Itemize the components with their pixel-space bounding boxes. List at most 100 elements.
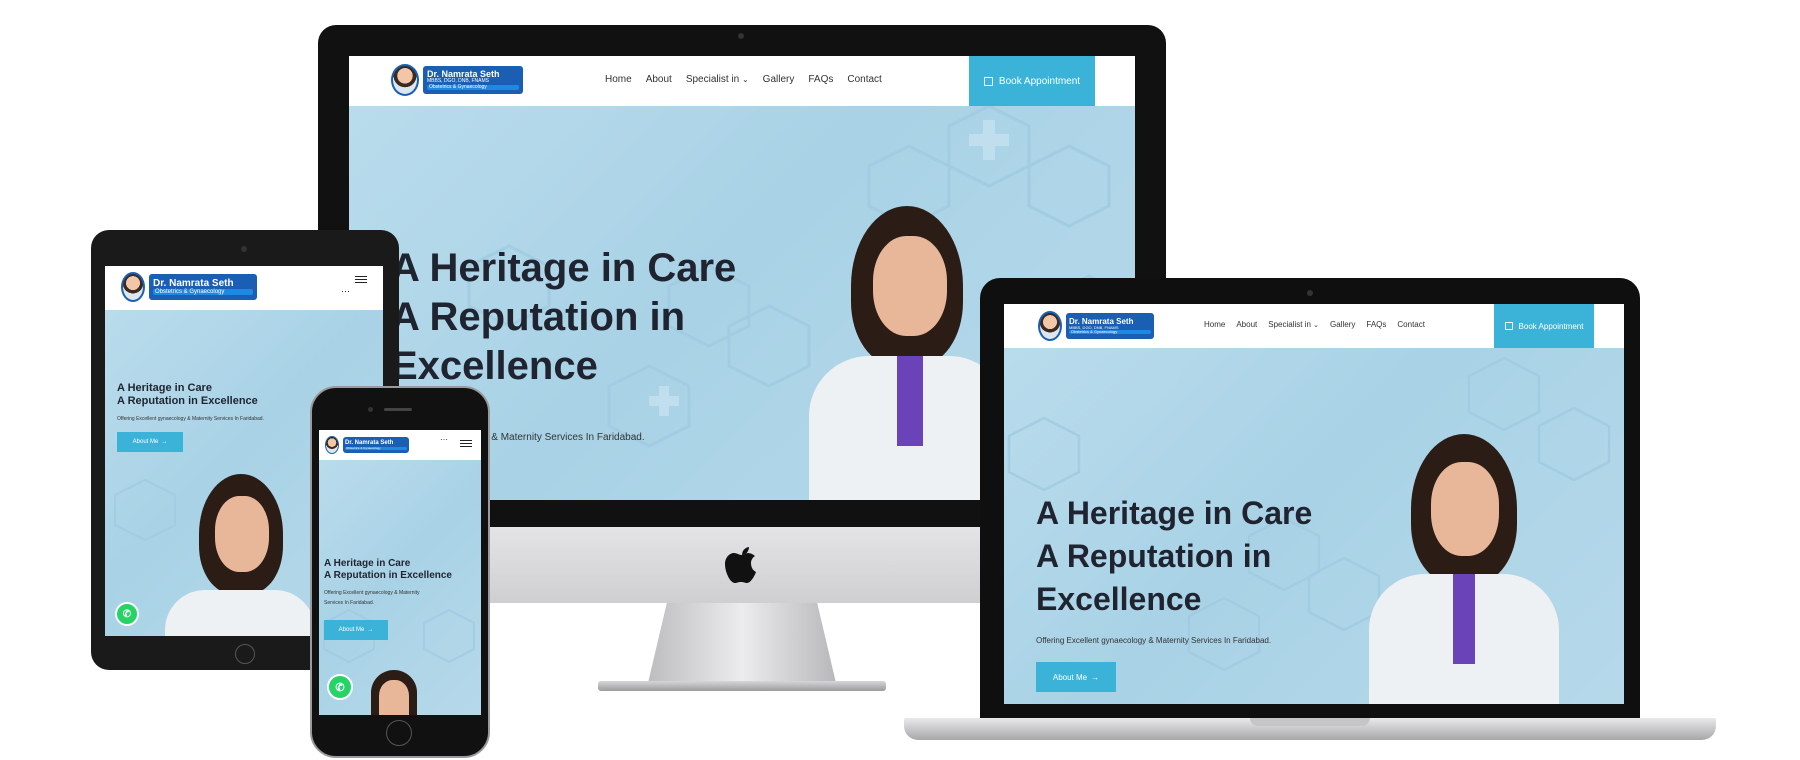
- tablet-hero-heading: A Heritage in Care A Reputation in Excel…: [117, 382, 258, 408]
- tablet-more-dots[interactable]: ···: [341, 286, 350, 296]
- laptop-device: Dr. Namrata Seth MBBS, DGO, DNB, FNAMS O…: [900, 278, 1720, 748]
- phone-about-label: About Me: [338, 627, 365, 633]
- logo-portrait: [391, 64, 419, 96]
- laptop-hero-heading: A Heritage in Care A Reputation in Excel…: [1036, 492, 1312, 621]
- nav-specialist[interactable]: Specialist in ⌄: [686, 74, 749, 85]
- tablet-hero-line-2: A Reputation in Excellence: [117, 395, 258, 407]
- laptop-nav-specialist[interactable]: Specialist in ⌄: [1268, 320, 1319, 329]
- phone-doctor-photo: [359, 670, 429, 715]
- phone-logo-specialty: Obstetrics & Gynaecology: [345, 446, 407, 450]
- laptop-notch: [1250, 718, 1370, 726]
- tablet-logo-badge: Dr. Namrata Seth Obstetrics & Gynaecolog…: [149, 274, 257, 300]
- apple-logo-icon: [723, 543, 761, 585]
- laptop-about-me-button[interactable]: About Me →: [1036, 662, 1116, 692]
- tablet-doctor-coat: [165, 590, 315, 636]
- site-header: Dr. Namrata Seth MBBS, DGO, DNB, FNAMS O…: [349, 56, 1135, 106]
- phone-screen: Dr. Namrata Seth Obstetrics & Gynaecolog…: [319, 430, 481, 715]
- laptop-hero-line-2: A Reputation in: [1036, 538, 1272, 574]
- tablet-camera: [241, 246, 247, 252]
- laptop-about-label: About Me: [1052, 672, 1088, 682]
- tablet-logo-name: Dr. Namrata Seth: [153, 277, 234, 289]
- tablet-logo-portrait: [121, 272, 145, 302]
- laptop-nav-faqs[interactable]: FAQs: [1366, 320, 1386, 329]
- laptop-nav: Home About Specialist in ⌄ Gallery FAQs …: [1204, 320, 1425, 329]
- phone-logo[interactable]: Dr. Namrata Seth Obstetrics & Gynaecolog…: [325, 436, 409, 454]
- laptop-logo-portrait: [1038, 311, 1062, 341]
- nav-specialist-label: Specialist in: [685, 74, 740, 85]
- laptop-header: Dr. Namrata Seth MBBS, DGO, DNB, FNAMS O…: [1004, 304, 1624, 348]
- phone-device: Dr. Namrata Seth Obstetrics & Gynaecolog…: [310, 386, 490, 758]
- laptop-nav-specialist-label: Specialist in: [1268, 320, 1311, 329]
- hero-line-1: A Heritage in Care: [391, 246, 737, 290]
- laptop-screen: Dr. Namrata Seth MBBS, DGO, DNB, FNAMS O…: [1004, 304, 1624, 704]
- site-logo[interactable]: Dr. Namrata Seth MBBS, DGO, DNB, FNAMS O…: [391, 64, 523, 96]
- phone-hero-heading: A Heritage in Care A Reputation in Excel…: [324, 558, 452, 582]
- tablet-logo[interactable]: Dr. Namrata Seth Obstetrics & Gynaecolog…: [121, 272, 257, 302]
- laptop-hero-line-3: Excellence: [1036, 581, 1202, 617]
- laptop-nav-contact[interactable]: Contact: [1397, 320, 1425, 329]
- laptop-camera: [1307, 290, 1313, 296]
- tablet-logo-specialty: Obstetrics & Gynaecology: [153, 289, 253, 296]
- phone-speaker: [384, 408, 412, 411]
- phone-hero-subtitle-line-1: Offering Excellent gynaecology & Materni…: [324, 590, 420, 596]
- arrow-right-icon: →: [161, 439, 168, 445]
- phone-hero-line-2: A Reputation in Excellence: [324, 570, 452, 581]
- monitor-camera: [738, 33, 744, 39]
- chevron-down-icon: ⌄: [741, 75, 749, 84]
- nav-home[interactable]: Home: [605, 74, 632, 85]
- laptop-arrow-right-icon: →: [1091, 672, 1100, 682]
- book-appointment-button[interactable]: Book Appointment: [969, 56, 1095, 106]
- laptop-logo[interactable]: Dr. Namrata Seth MBBS, DGO, DNB, FNAMS O…: [1038, 311, 1154, 341]
- phone-logo-badge: Dr. Namrata Seth Obstetrics & Gynaecolog…: [343, 437, 409, 453]
- phone-hero: A Heritage in Care A Reputation in Excel…: [319, 460, 481, 715]
- calendar-icon: [983, 76, 993, 86]
- hamburger-menu-icon[interactable]: [355, 274, 367, 285]
- laptop-doctor-top: [1453, 574, 1475, 664]
- nav-contact[interactable]: Contact: [847, 74, 881, 85]
- laptop-doctor-photo: [1369, 434, 1559, 704]
- main-nav: Home About Specialist in ⌄ Gallery FAQs …: [605, 74, 882, 85]
- phone-hero-subtitle: Offering Excellent gynaecology & Materni…: [324, 588, 420, 608]
- hero-line-3: Excellence: [391, 344, 598, 388]
- phone-camera: [368, 407, 373, 412]
- book-appointment-label: Book Appointment: [998, 75, 1081, 87]
- laptop-calendar-icon: [1504, 322, 1513, 330]
- tablet-doctor-photo: [165, 474, 315, 636]
- phone-doctor-face: [379, 680, 409, 715]
- laptop-nav-gallery[interactable]: Gallery: [1330, 320, 1355, 329]
- phone-hero-line-1: A Heritage in Care: [324, 558, 411, 569]
- phone-about-me-button[interactable]: About Me →: [324, 620, 388, 640]
- laptop-book-appointment-button[interactable]: Book Appointment: [1494, 304, 1594, 348]
- tablet-about-me-button[interactable]: About Me →: [117, 432, 183, 452]
- laptop-logo-specialty: Obstetrics & Gynaecology: [1069, 329, 1151, 335]
- whatsapp-icon[interactable]: ✆: [115, 602, 139, 626]
- laptop-hero: A Heritage in Care A Reputation in Excel…: [1004, 348, 1624, 704]
- phone-home-button: [386, 720, 412, 746]
- phone-whatsapp-icon[interactable]: ✆: [327, 674, 353, 700]
- tablet-doctor-face: [215, 496, 269, 572]
- tablet-hero-subtitle: Offering Excellent gynaecology & Materni…: [117, 416, 264, 422]
- nav-gallery[interactable]: Gallery: [763, 74, 795, 85]
- tablet-about-label: About Me: [132, 439, 159, 445]
- laptop-hero-subtitle: Offering Excellent gynaecology & Materni…: [1036, 636, 1272, 645]
- laptop-chevron-down-icon: ⌄: [1313, 322, 1320, 329]
- logo-badge: Dr. Namrata Seth MBBS, DGO, DNB, FNAMS O…: [423, 66, 523, 94]
- hero-heading: A Heritage in Care A Reputation in Excel…: [391, 244, 736, 391]
- monitor-stand: [648, 603, 836, 683]
- phone-logo-portrait: [325, 436, 339, 454]
- laptop-nav-home[interactable]: Home: [1204, 320, 1225, 329]
- logo-specialty: Obstetrics & Gynaecology: [427, 84, 519, 90]
- nav-faqs[interactable]: FAQs: [808, 74, 833, 85]
- phone-hamburger-menu-icon[interactable]: [460, 438, 472, 449]
- tablet-hero-line-1: A Heritage in Care: [117, 382, 212, 394]
- phone-hero-subtitle-line-2: Services In Faridabad.: [324, 600, 375, 606]
- laptop-doctor-face: [1431, 462, 1499, 556]
- laptop-nav-about[interactable]: About: [1236, 320, 1257, 329]
- nav-about[interactable]: About: [646, 74, 672, 85]
- hero-line-2: A Reputation in: [391, 295, 686, 339]
- tablet-home-button: [235, 644, 255, 664]
- phone-more-dots[interactable]: ···: [440, 435, 448, 444]
- phone-arrow-right-icon: →: [367, 627, 374, 633]
- laptop-hero-line-1: A Heritage in Care: [1036, 495, 1313, 531]
- laptop-book-appointment-label: Book Appointment: [1518, 321, 1584, 331]
